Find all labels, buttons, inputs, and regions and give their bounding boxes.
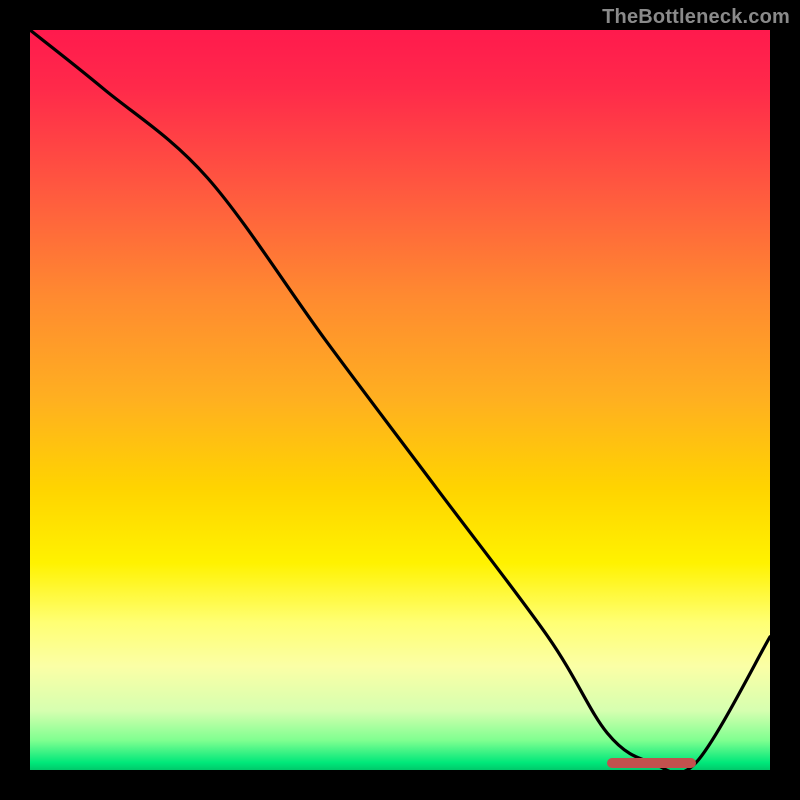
chart-stage: TheBottleneck.com: [0, 0, 800, 800]
watermark-text: TheBottleneck.com: [602, 6, 790, 29]
optimal-range-marker: [607, 758, 696, 768]
plot-area: [30, 30, 770, 770]
